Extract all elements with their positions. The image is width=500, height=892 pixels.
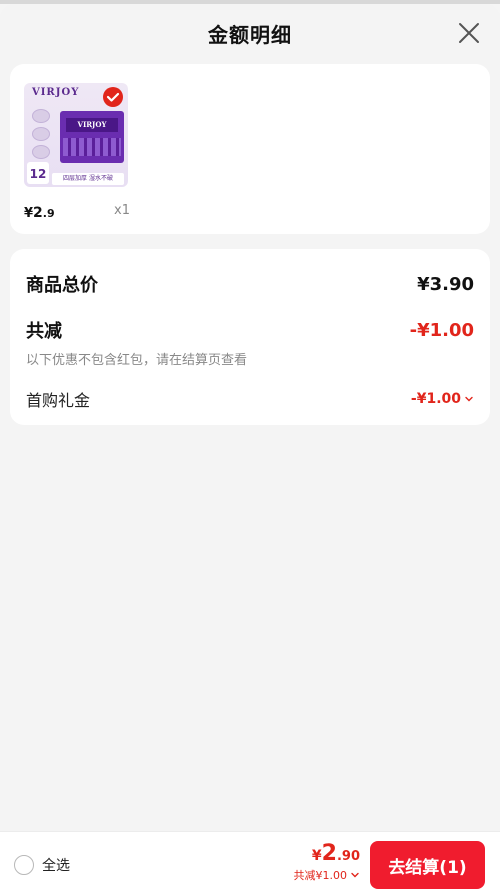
thumb-feature-icon xyxy=(32,145,50,159)
thumb-count: 12 xyxy=(27,162,49,184)
gift-label: 首购礼金 xyxy=(26,391,91,410)
product-price: ¥2.9 xyxy=(24,202,55,221)
bottom-total-price: ¥2.90 xyxy=(294,841,360,866)
bottom-currency: ¥ xyxy=(311,848,322,864)
product-quantity: x1 xyxy=(114,203,130,218)
amount-detail-sheet: 金额明细 VIRJOY VIRJOY 12 四层加厚 湿水不破 ¥2.9 x1 … xyxy=(0,4,500,892)
selected-check[interactable] xyxy=(103,87,123,107)
select-all-label: 全选 xyxy=(42,858,70,874)
thumb-brand: VIRJOY xyxy=(32,87,80,98)
gift-row[interactable]: 首购礼金 -¥1.00 xyxy=(26,387,474,411)
price-currency: ¥ xyxy=(24,206,34,221)
gift-value-wrap[interactable]: -¥1.00 xyxy=(411,391,474,407)
reduce-label: 共减 xyxy=(26,321,62,342)
checkout-button[interactable]: 去结算(1) xyxy=(370,841,485,889)
price-integer: 2 xyxy=(33,205,43,221)
discount-note: 以下优惠不包含红包，请在结算页查看 xyxy=(26,353,248,368)
bottom-total: ¥2.90 共减¥1.00 xyxy=(294,841,361,883)
product-image[interactable]: VIRJOY VIRJOY 12 四层加厚 湿水不破 xyxy=(24,83,128,187)
product-card: VIRJOY VIRJOY 12 四层加厚 湿水不破 ¥2.9 x1 xyxy=(10,64,490,234)
thumb-pack: VIRJOY xyxy=(60,111,124,163)
reduce-row: 共减 -¥1.00 xyxy=(26,317,474,343)
check-icon xyxy=(106,92,120,102)
close-icon xyxy=(459,23,479,43)
select-all-radio[interactable] xyxy=(14,855,34,875)
bottom-bar: 全选 ¥2.90 共减¥1.00 去结算(1) xyxy=(0,831,500,892)
thumb-feature-icon xyxy=(32,109,50,123)
sheet-header: 金额明细 xyxy=(0,4,500,62)
thumb-stripes xyxy=(63,138,121,156)
chevron-down-icon xyxy=(464,394,474,404)
reduce-value: -¥1.00 xyxy=(409,319,474,341)
price-decimal: .9 xyxy=(42,207,55,220)
gift-value: -¥1.00 xyxy=(410,391,461,407)
thumb-banner: 四层加厚 湿水不破 xyxy=(52,173,124,185)
thumb-feature-icon xyxy=(32,127,50,141)
select-all-toggle[interactable]: 全选 xyxy=(14,855,70,875)
thumb-pack-label: VIRJOY xyxy=(66,118,118,132)
total-row: 商品总价 ¥3.90 xyxy=(26,271,474,297)
bottom-price-integer: 2 xyxy=(321,841,337,866)
sheet-title: 金额明细 xyxy=(208,22,292,47)
total-value: ¥3.90 xyxy=(417,273,474,295)
bottom-reduce-text: 共减¥1.00 xyxy=(293,869,348,882)
bottom-price-decimal: .90 xyxy=(336,849,360,864)
total-label: 商品总价 xyxy=(26,275,98,296)
chevron-down-icon xyxy=(350,870,360,880)
close-button[interactable] xyxy=(456,20,482,46)
summary-card: 商品总价 ¥3.90 共减 -¥1.00 以下优惠不包含红包，请在结算页查看 首… xyxy=(10,249,490,425)
bottom-reduce-toggle[interactable]: 共减¥1.00 xyxy=(294,867,361,883)
